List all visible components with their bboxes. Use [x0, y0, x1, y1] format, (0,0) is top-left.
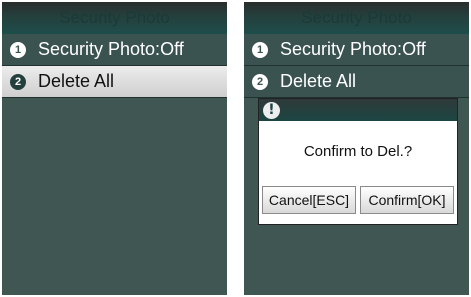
dialog-header: ! [259, 99, 457, 121]
menu-item-label: Delete All [38, 71, 115, 91]
number-2-icon: 2 [252, 73, 268, 90]
number-2-icon: 2 [10, 73, 26, 90]
left-device-screen: Security Photo 1 Security Photo:Off 2 De… [2, 2, 227, 295]
confirm-button[interactable]: Confirm[OK] [360, 186, 454, 214]
screen-title: Security Photo [244, 2, 469, 34]
number-1-icon: 1 [252, 41, 268, 58]
menu-item-delete-all[interactable]: 2 Delete All [244, 66, 469, 98]
right-device-screen: Security Photo 1 Security Photo:Off 2 De… [244, 2, 469, 295]
menu-item-label: Security Photo:Off [280, 39, 426, 59]
confirm-delete-dialog: ! Confirm to Del.? Cancel[ESC] Confirm[O… [258, 98, 458, 225]
dialog-message: Confirm to Del.? [303, 143, 413, 160]
menu-item-security-photo[interactable]: 1 Security Photo:Off [2, 34, 227, 66]
warning-icon: ! [263, 101, 280, 119]
menu-item-security-photo[interactable]: 1 Security Photo:Off [244, 34, 469, 66]
screen-title: Security Photo [2, 2, 227, 34]
cancel-button[interactable]: Cancel[ESC] [262, 186, 356, 214]
menu-item-label: Delete All [280, 71, 357, 91]
number-1-icon: 1 [10, 41, 26, 58]
menu-item-delete-all[interactable]: 2 Delete All [2, 66, 227, 98]
menu-item-label: Security Photo:Off [38, 39, 184, 59]
dialog-button-row: Cancel[ESC] Confirm[OK] [262, 186, 454, 214]
